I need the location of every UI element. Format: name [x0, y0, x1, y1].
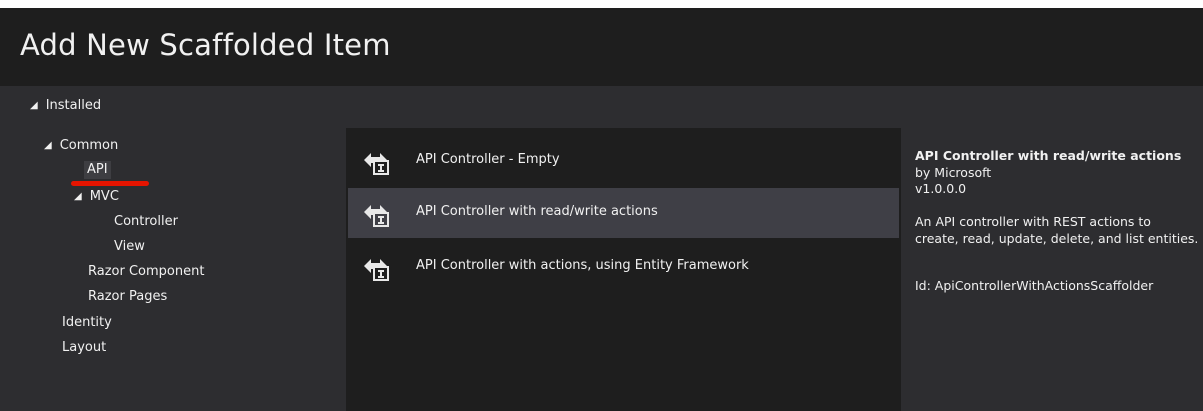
expand-triangle-icon[interactable]: ◢ [74, 191, 82, 202]
template-list: API Controller - Empty API Controller wi… [346, 128, 901, 411]
template-row[interactable]: API Controller - Empty [348, 136, 899, 186]
tree-node-mvc[interactable]: ◢ MVC [74, 189, 119, 204]
tree-node-identity[interactable]: Identity [62, 315, 112, 330]
tree-node-installed[interactable]: ◢ Installed [30, 98, 101, 113]
tree-label-installed: Installed [45, 98, 102, 113]
tree-node-layout[interactable]: Layout [62, 340, 106, 355]
top-strip [0, 0, 1203, 8]
api-controller-icon [364, 205, 389, 227]
tree-label-api: API [87, 162, 108, 177]
template-label: API Controller with read/write actions [416, 204, 658, 219]
api-controller-icon [364, 259, 389, 281]
details-title: API Controller with read/write actions [915, 148, 1182, 163]
template-row[interactable]: API Controller with actions, using Entit… [348, 242, 899, 292]
tree-node-razor-component[interactable]: Razor Component [88, 264, 204, 279]
template-label: API Controller with actions, using Entit… [416, 258, 749, 273]
tree-node-api[interactable]: API [84, 161, 111, 179]
details-author: by Microsoft [915, 165, 992, 180]
annotation-underline [71, 181, 149, 186]
tree-label-mvc: MVC [89, 189, 119, 204]
details-version: v1.0.0.0 [915, 181, 967, 196]
expand-triangle-icon[interactable]: ◢ [30, 100, 38, 111]
dialog-title: Add New Scaffolded Item [20, 28, 391, 62]
dialog-title-bar: Add New Scaffolded Item [0, 8, 1203, 86]
tree-node-controller[interactable]: Controller [114, 214, 178, 229]
tree-label-razor-component: Razor Component [88, 264, 205, 279]
expand-triangle-icon[interactable]: ◢ [44, 140, 52, 151]
tree-label-razor-pages: Razor Pages [88, 289, 168, 304]
tree-node-common[interactable]: ◢ Common [44, 138, 118, 153]
details-description: An API controller with REST actions to [915, 214, 1151, 229]
details-description: create, read, update, delete, and list e… [915, 231, 1199, 246]
tree-label-common: Common [59, 138, 119, 153]
tree-node-view[interactable]: View [114, 239, 145, 254]
tree-label-view: View [114, 239, 145, 254]
template-label: API Controller - Empty [416, 152, 560, 167]
template-row-selected[interactable]: API Controller with read/write actions [348, 188, 899, 238]
tree-node-razor-pages[interactable]: Razor Pages [88, 289, 167, 304]
tree-label-controller: Controller [114, 214, 178, 229]
tree-label-identity: Identity [62, 315, 112, 330]
installed-header [0, 86, 1203, 126]
api-controller-icon [364, 153, 389, 175]
template-details-panel: API Controller with read/write actions b… [901, 128, 1203, 411]
tree-label-layout: Layout [62, 340, 107, 355]
details-id: Id: ApiControllerWithActionsScaffolder [915, 278, 1154, 293]
